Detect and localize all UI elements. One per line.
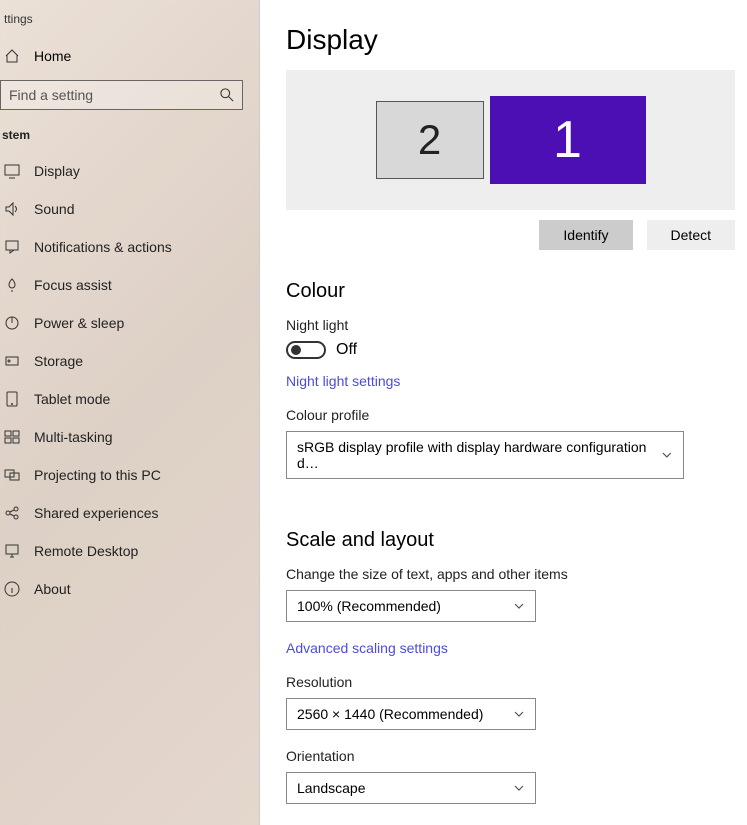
search-input[interactable] [9,87,220,103]
nav-notifications[interactable]: Notifications & actions [0,228,259,266]
advanced-scaling-link[interactable]: Advanced scaling settings [286,640,448,656]
page-title: Display [286,24,735,56]
detect-button[interactable]: Detect [647,220,735,250]
identify-button[interactable]: Identify [539,220,632,250]
storage-icon [4,353,20,369]
home-icon [4,48,20,64]
sound-icon [4,201,20,217]
colour-heading: Colour [286,280,735,303]
notifications-icon [4,239,20,255]
nav-tablet-mode[interactable]: Tablet mode [0,380,259,418]
monitor-buttons: Identify Detect [286,220,735,250]
display-icon [4,163,20,179]
category-label: stem [0,128,259,152]
scale-size-label: Change the size of text, apps and other … [286,566,735,582]
chevron-down-icon [513,708,525,720]
night-light-toggle[interactable] [286,341,326,359]
nav-item-label: Sound [34,201,74,217]
nav-item-label: About [34,581,71,597]
main-content: Display 2 1 Identify Detect Colour Night… [260,0,747,825]
chevron-down-icon [661,449,673,461]
nav-multitasking[interactable]: Multi-tasking [0,418,259,456]
night-light-state: Off [336,341,357,359]
monitor-1[interactable]: 1 [490,96,646,184]
chevron-down-icon [513,782,525,794]
multitask-icon [4,429,20,445]
nav-remote-desktop[interactable]: Remote Desktop [0,532,259,570]
focus-icon [4,277,20,293]
monitor-2[interactable]: 2 [376,101,484,179]
orientation-label: Orientation [286,748,735,764]
nav-about[interactable]: About [0,570,259,608]
nav-projecting[interactable]: Projecting to this PC [0,456,259,494]
scale-size-select[interactable]: 100% (Recommended) [286,590,536,622]
nav-item-label: Shared experiences [34,505,159,521]
orientation-select[interactable]: Landscape [286,772,536,804]
shared-icon [4,505,20,521]
nav-item-label: Notifications & actions [34,239,172,255]
project-icon [4,467,20,483]
nav-item-label: Power & sleep [34,315,124,331]
nav-item-label: Display [34,163,80,179]
search-input-container[interactable] [0,80,243,110]
scale-heading: Scale and layout [286,529,735,552]
colour-profile-label: Colour profile [286,407,735,423]
nav-display[interactable]: Display [0,152,259,190]
orientation-value: Landscape [297,780,366,796]
nav-item-label: Remote Desktop [34,543,138,559]
chevron-down-icon [513,600,525,612]
night-light-toggle-row: Off [286,341,735,359]
nav-focus-assist[interactable]: Focus assist [0,266,259,304]
remote-icon [4,543,20,559]
nav-item-label: Storage [34,353,83,369]
search-icon [220,88,234,102]
power-icon [4,315,20,331]
nav-item-label: Tablet mode [34,391,110,407]
sidebar: ttings Home stem Display Sound Notificat… [0,0,260,825]
colour-profile-value: sRGB display profile with display hardwa… [297,439,661,471]
monitor-arrangement[interactable]: 2 1 [286,70,735,210]
nav-power-sleep[interactable]: Power & sleep [0,304,259,342]
nav-item-label: Multi-tasking [34,429,113,445]
app-title: ttings [0,8,259,38]
nav-item-label: Focus assist [34,277,112,293]
about-icon [4,581,20,597]
tablet-icon [4,391,20,407]
resolution-label: Resolution [286,674,735,690]
nav-item-label: Projecting to this PC [34,467,161,483]
colour-profile-select[interactable]: sRGB display profile with display hardwa… [286,431,684,479]
resolution-value: 2560 × 1440 (Recommended) [297,706,483,722]
night-light-settings-link[interactable]: Night light settings [286,373,400,389]
nav-home-label: Home [34,48,71,64]
nav-home[interactable]: Home [0,38,259,80]
nav-sound[interactable]: Sound [0,190,259,228]
nav-shared-experiences[interactable]: Shared experiences [0,494,259,532]
scale-size-value: 100% (Recommended) [297,598,441,614]
resolution-select[interactable]: 2560 × 1440 (Recommended) [286,698,536,730]
nav-storage[interactable]: Storage [0,342,259,380]
night-light-label: Night light [286,317,735,333]
